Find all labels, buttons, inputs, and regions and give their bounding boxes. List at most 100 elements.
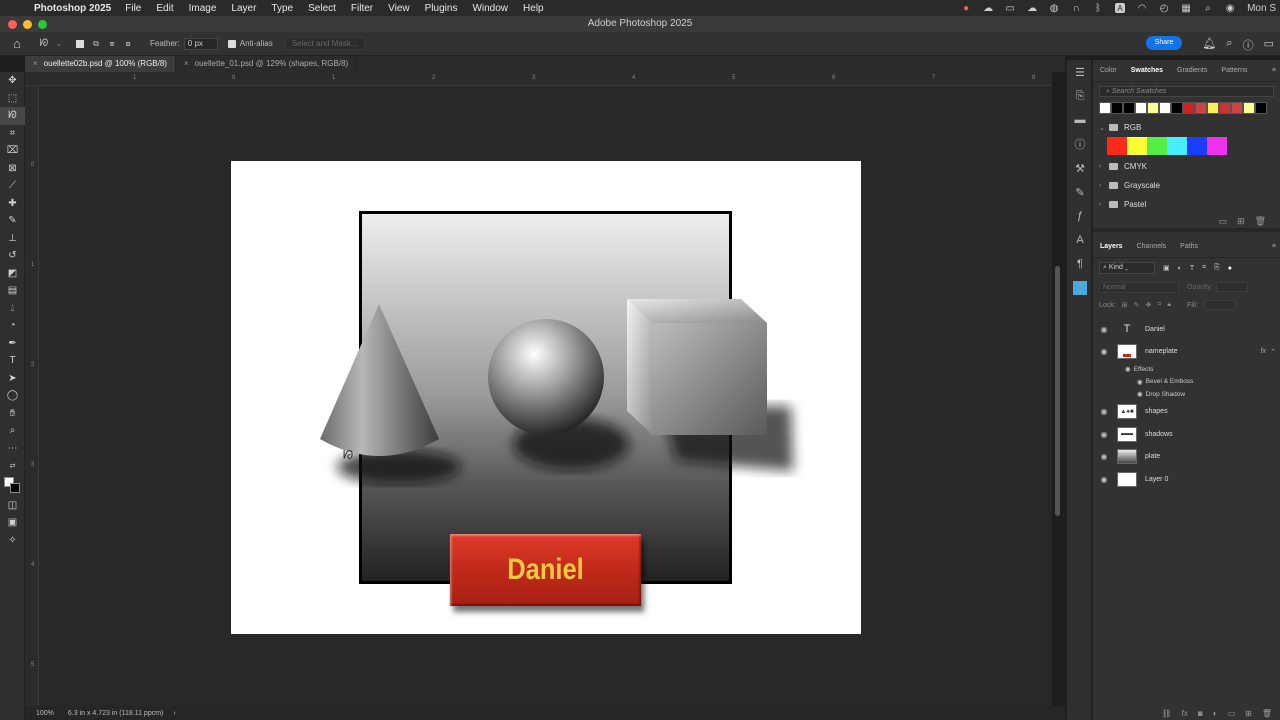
chevron-down-icon[interactable]: ⌄ <box>1099 124 1109 132</box>
intersect-selection-icon[interactable]: ⧇ <box>120 39 136 49</box>
menubar-clock[interactable]: Mon S <box>1247 3 1276 14</box>
blend-mode-select[interactable]: Normal <box>1099 281 1179 293</box>
effect-bevel-emboss[interactable]: ◉ Bevel & Emboss <box>1093 376 1280 389</box>
swatch-chip[interactable] <box>1099 102 1111 114</box>
cloud-icon[interactable]: ☁ <box>983 3 993 14</box>
effect-drop-shadow[interactable]: ◉ Drop Shadow <box>1093 388 1280 401</box>
swatch-chip[interactable] <box>1167 137 1187 155</box>
layer-row-shadows[interactable]: ◉ ▬▬ shadows <box>1093 423 1280 446</box>
tab-patterns[interactable]: Patterns <box>1214 67 1254 74</box>
zoom-window-button[interactable] <box>38 20 47 29</box>
swatch-chip[interactable] <box>1187 137 1207 155</box>
fill-input[interactable] <box>1203 300 1236 310</box>
swatch-chip[interactable] <box>1207 137 1227 155</box>
healing-brush-tool-icon[interactable]: ✚ <box>0 195 25 213</box>
siri-icon[interactable]: ◉ <box>1225 3 1235 14</box>
hand-tool-icon[interactable]: ✋︎ <box>0 405 25 423</box>
type-tool-icon[interactable]: T <box>0 352 25 370</box>
visibility-eye-icon[interactable]: ◉ <box>1095 347 1113 356</box>
tab-ouellette02b[interactable]: × ouellette02b.psd @ 100% (RGB/8) <box>25 56 176 72</box>
menu-window[interactable]: Window <box>472 3 508 14</box>
menu-image[interactable]: Image <box>189 3 217 14</box>
home-icon[interactable]: ⌂ <box>0 36 34 51</box>
visibility-eye-icon[interactable]: ◉ <box>1137 378 1143 386</box>
swatch-chip[interactable] <box>1183 102 1195 114</box>
zoom-level[interactable]: 100% <box>36 710 54 717</box>
history-panel-icon[interactable]: ⎘ <box>1067 84 1093 108</box>
help-icon[interactable]: ⓘ <box>1243 37 1254 53</box>
swatch-chip[interactable] <box>1135 102 1147 114</box>
cloud-sync-icon[interactable]: ☁ <box>1027 3 1037 14</box>
new-swatch-icon[interactable]: ⊞ <box>1237 216 1245 227</box>
horizontal-ruler[interactable]: 1 0 1 2 3 4 5 6 7 8 <box>25 72 1052 86</box>
swatch-chip[interactable] <box>1127 137 1147 155</box>
tab-gradients[interactable]: Gradients <box>1170 67 1214 74</box>
visibility-eye-icon[interactable]: ◉ <box>1095 407 1113 416</box>
color-swatch[interactable] <box>0 475 25 497</box>
menu-help[interactable]: Help <box>523 3 544 14</box>
stamp-tool-icon[interactable]: ⊥ <box>0 230 25 248</box>
fx-panel-icon[interactable]: ƒ <box>1067 204 1093 228</box>
control-center-icon[interactable]: ▦ <box>1181 3 1191 14</box>
menu-layer[interactable]: Layer <box>231 3 256 14</box>
path-selection-tool-icon[interactable]: ➤ <box>0 370 25 388</box>
layer-row-plate[interactable]: ◉ plate <box>1093 446 1280 469</box>
close-tab-icon[interactable]: × <box>184 59 189 68</box>
tool-preset-chevron-icon[interactable]: ⌄ <box>54 40 64 48</box>
chevron-up-icon[interactable]: ⌃ <box>1270 348 1276 356</box>
crop-tool-icon[interactable]: ⌧ <box>0 142 25 160</box>
swatch-chip[interactable] <box>1207 102 1219 114</box>
tab-swatches[interactable]: Swatches <box>1124 67 1170 74</box>
swatch-chip[interactable] <box>1111 102 1123 114</box>
display-icon[interactable]: ▭ <box>1005 3 1015 14</box>
close-tab-icon[interactable]: × <box>33 59 38 68</box>
screen-mode-icon[interactable]: ▣ <box>0 514 25 532</box>
opacity-input[interactable] <box>1215 282 1248 292</box>
swatch-chip[interactable] <box>1159 102 1171 114</box>
menu-plugins[interactable]: Plugins <box>425 3 458 14</box>
quick-mask-icon[interactable]: ◫ <box>0 497 25 515</box>
swatch-group-grayscale[interactable]: › Grayscale <box>1093 176 1280 195</box>
swatch-chip[interactable] <box>1147 137 1167 155</box>
shape-tool-icon[interactable]: ◯ <box>0 387 25 405</box>
layer-row-layer0[interactable]: ◉ Layer 0 <box>1093 468 1280 491</box>
adjustment-layer-icon[interactable]: ◐ <box>1213 709 1218 718</box>
menu-file[interactable]: File <box>125 3 141 14</box>
visibility-eye-icon[interactable]: ◉ <box>1095 452 1113 461</box>
tab-ouellette01[interactable]: × ouellette_01.psd @ 129% (shapes, RGB/8) <box>176 56 358 72</box>
menu-edit[interactable]: Edit <box>156 3 173 14</box>
antialias-checkbox[interactable]: Anti-alias <box>227 39 273 48</box>
delete-icon[interactable]: 🗑︎ <box>1262 709 1272 718</box>
vertical-ruler[interactable]: 0 1 2 3 4 5 <box>25 86 39 706</box>
status-record-icon[interactable]: ● <box>961 3 971 14</box>
type-filter-icon[interactable]: T <box>1190 265 1194 272</box>
adjustment-filter-icon[interactable]: ◐ <box>1178 265 1182 272</box>
menu-view[interactable]: View <box>388 3 410 14</box>
add-style-icon[interactable]: fx <box>1182 709 1188 718</box>
bluetooth-icon[interactable]: ᛒ <box>1093 3 1103 14</box>
chevron-right-icon[interactable]: › <box>1099 182 1109 189</box>
tab-layers[interactable]: Layers <box>1093 243 1130 250</box>
effects-row[interactable]: ◉ Effects <box>1093 363 1280 376</box>
tab-color[interactable]: Color <box>1093 67 1124 74</box>
eraser-tool-icon[interactable]: ◩ <box>0 265 25 283</box>
layer-row-daniel[interactable]: ◉ T Daniel <box>1093 318 1280 341</box>
vertical-scrollbar[interactable] <box>1055 266 1060 516</box>
notification-bell-icon[interactable]: 🔔︎ <box>1202 37 1216 53</box>
pixel-filter-icon[interactable]: ▣ <box>1163 264 1170 272</box>
background-color-swatch[interactable] <box>10 482 20 493</box>
link-layers-icon[interactable]: ⛓ <box>1162 709 1172 718</box>
add-to-selection-icon[interactable]: ⧉ <box>88 39 104 49</box>
history-brush-tool-icon[interactable]: ↺ <box>0 247 25 265</box>
visibility-eye-icon[interactable]: ◉ <box>1125 365 1131 373</box>
swatch-chip[interactable] <box>1147 102 1159 114</box>
delete-icon[interactable]: 🗑︎ <box>1255 216 1266 227</box>
feather-input[interactable]: 0 px <box>183 37 218 50</box>
swatch-chip[interactable] <box>1255 102 1267 114</box>
filter-toggle-icon[interactable]: ● <box>1228 265 1232 272</box>
chevron-right-icon[interactable]: › <box>1099 163 1109 170</box>
new-selection-icon[interactable] <box>72 39 88 48</box>
pen-tool-icon[interactable]: ✒ <box>0 335 25 353</box>
visibility-eye-icon[interactable]: ◉ <box>1095 325 1113 334</box>
shape-filter-icon[interactable]: ⌗ <box>1202 264 1206 272</box>
